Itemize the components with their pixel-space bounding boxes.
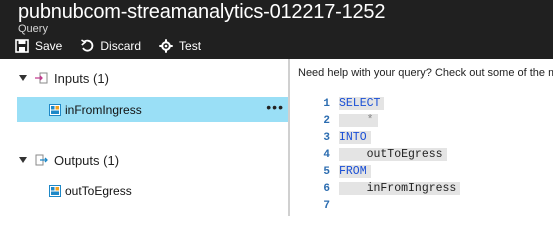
editor-line: 5 FROM	[290, 163, 371, 180]
outputs-group-header[interactable]: Outputs (1)	[19, 151, 119, 169]
test-button[interactable]: Test	[159, 39, 201, 53]
output-item-label: outToEgress	[65, 183, 132, 198]
line-number: 2	[323, 114, 330, 127]
line-number: 6	[323, 182, 330, 195]
line-number: 3	[323, 131, 330, 144]
output-icon	[35, 154, 48, 166]
editor-line: 2 *	[290, 112, 378, 129]
code-text[interactable]: inFromIngress	[339, 182, 461, 195]
stream-output-icon	[49, 184, 61, 197]
editor-line: 7	[290, 197, 343, 214]
more-options-icon[interactable]: •••	[266, 100, 284, 114]
line-number: 1	[323, 97, 330, 110]
input-icon	[35, 72, 48, 84]
save-label: Save	[35, 39, 63, 53]
caret-down-icon[interactable]	[19, 74, 27, 82]
editor-line: 4 outToEgress	[290, 146, 447, 163]
editor-line: 1 SELECT	[290, 95, 385, 112]
line-number: 7	[323, 199, 330, 212]
help-text: Need help with your query? Check out som…	[298, 67, 553, 79]
save-button[interactable]: Save	[15, 39, 62, 53]
code-text[interactable]: INTO	[339, 131, 371, 144]
query-editor[interactable]: 1 SELECT 2 * 3 INTO 4 outToEgress 5 FROM…	[290, 95, 553, 216]
discard-button[interactable]: Discard	[80, 39, 141, 53]
command-bar: Save Discard Test	[15, 38, 219, 54]
caret-down-icon[interactable]	[19, 156, 27, 164]
output-item-outToEgress[interactable]: outToEgress	[17, 178, 288, 203]
stream-input-icon	[49, 103, 61, 116]
inputs-group-header[interactable]: Inputs (1)	[19, 69, 109, 87]
discard-label: Discard	[100, 39, 142, 53]
code-text[interactable]: *	[339, 114, 378, 127]
editor-line: 3 INTO	[290, 129, 371, 146]
code-text[interactable]: FROM	[339, 165, 371, 178]
code-text[interactable]: outToEgress	[339, 148, 447, 161]
outputs-label: Outputs (1)	[54, 152, 120, 168]
input-item-label: inFromIngress	[65, 102, 142, 117]
blade-header: pubnubcom-streamanalytics-012217-1252 Qu…	[0, 0, 553, 59]
code-text[interactable]: SELECT	[339, 97, 385, 110]
test-label: Test	[179, 39, 202, 53]
inputs-label: Inputs (1)	[54, 70, 109, 86]
io-tree-pane: Inputs (1) inFromIngress ••• Outputs (1)…	[0, 59, 288, 216]
save-icon	[15, 39, 29, 53]
line-number: 4	[323, 148, 330, 161]
editor-line: 6 inFromIngress	[290, 180, 461, 197]
line-number: 5	[323, 165, 330, 178]
page-title: pubnubcom-streamanalytics-012217-1252	[18, 1, 386, 23]
input-item-inFromIngress[interactable]: inFromIngress •••	[17, 97, 288, 122]
page-subtitle: Query	[18, 23, 48, 35]
gear-icon	[159, 39, 173, 53]
discard-icon	[81, 39, 94, 52]
